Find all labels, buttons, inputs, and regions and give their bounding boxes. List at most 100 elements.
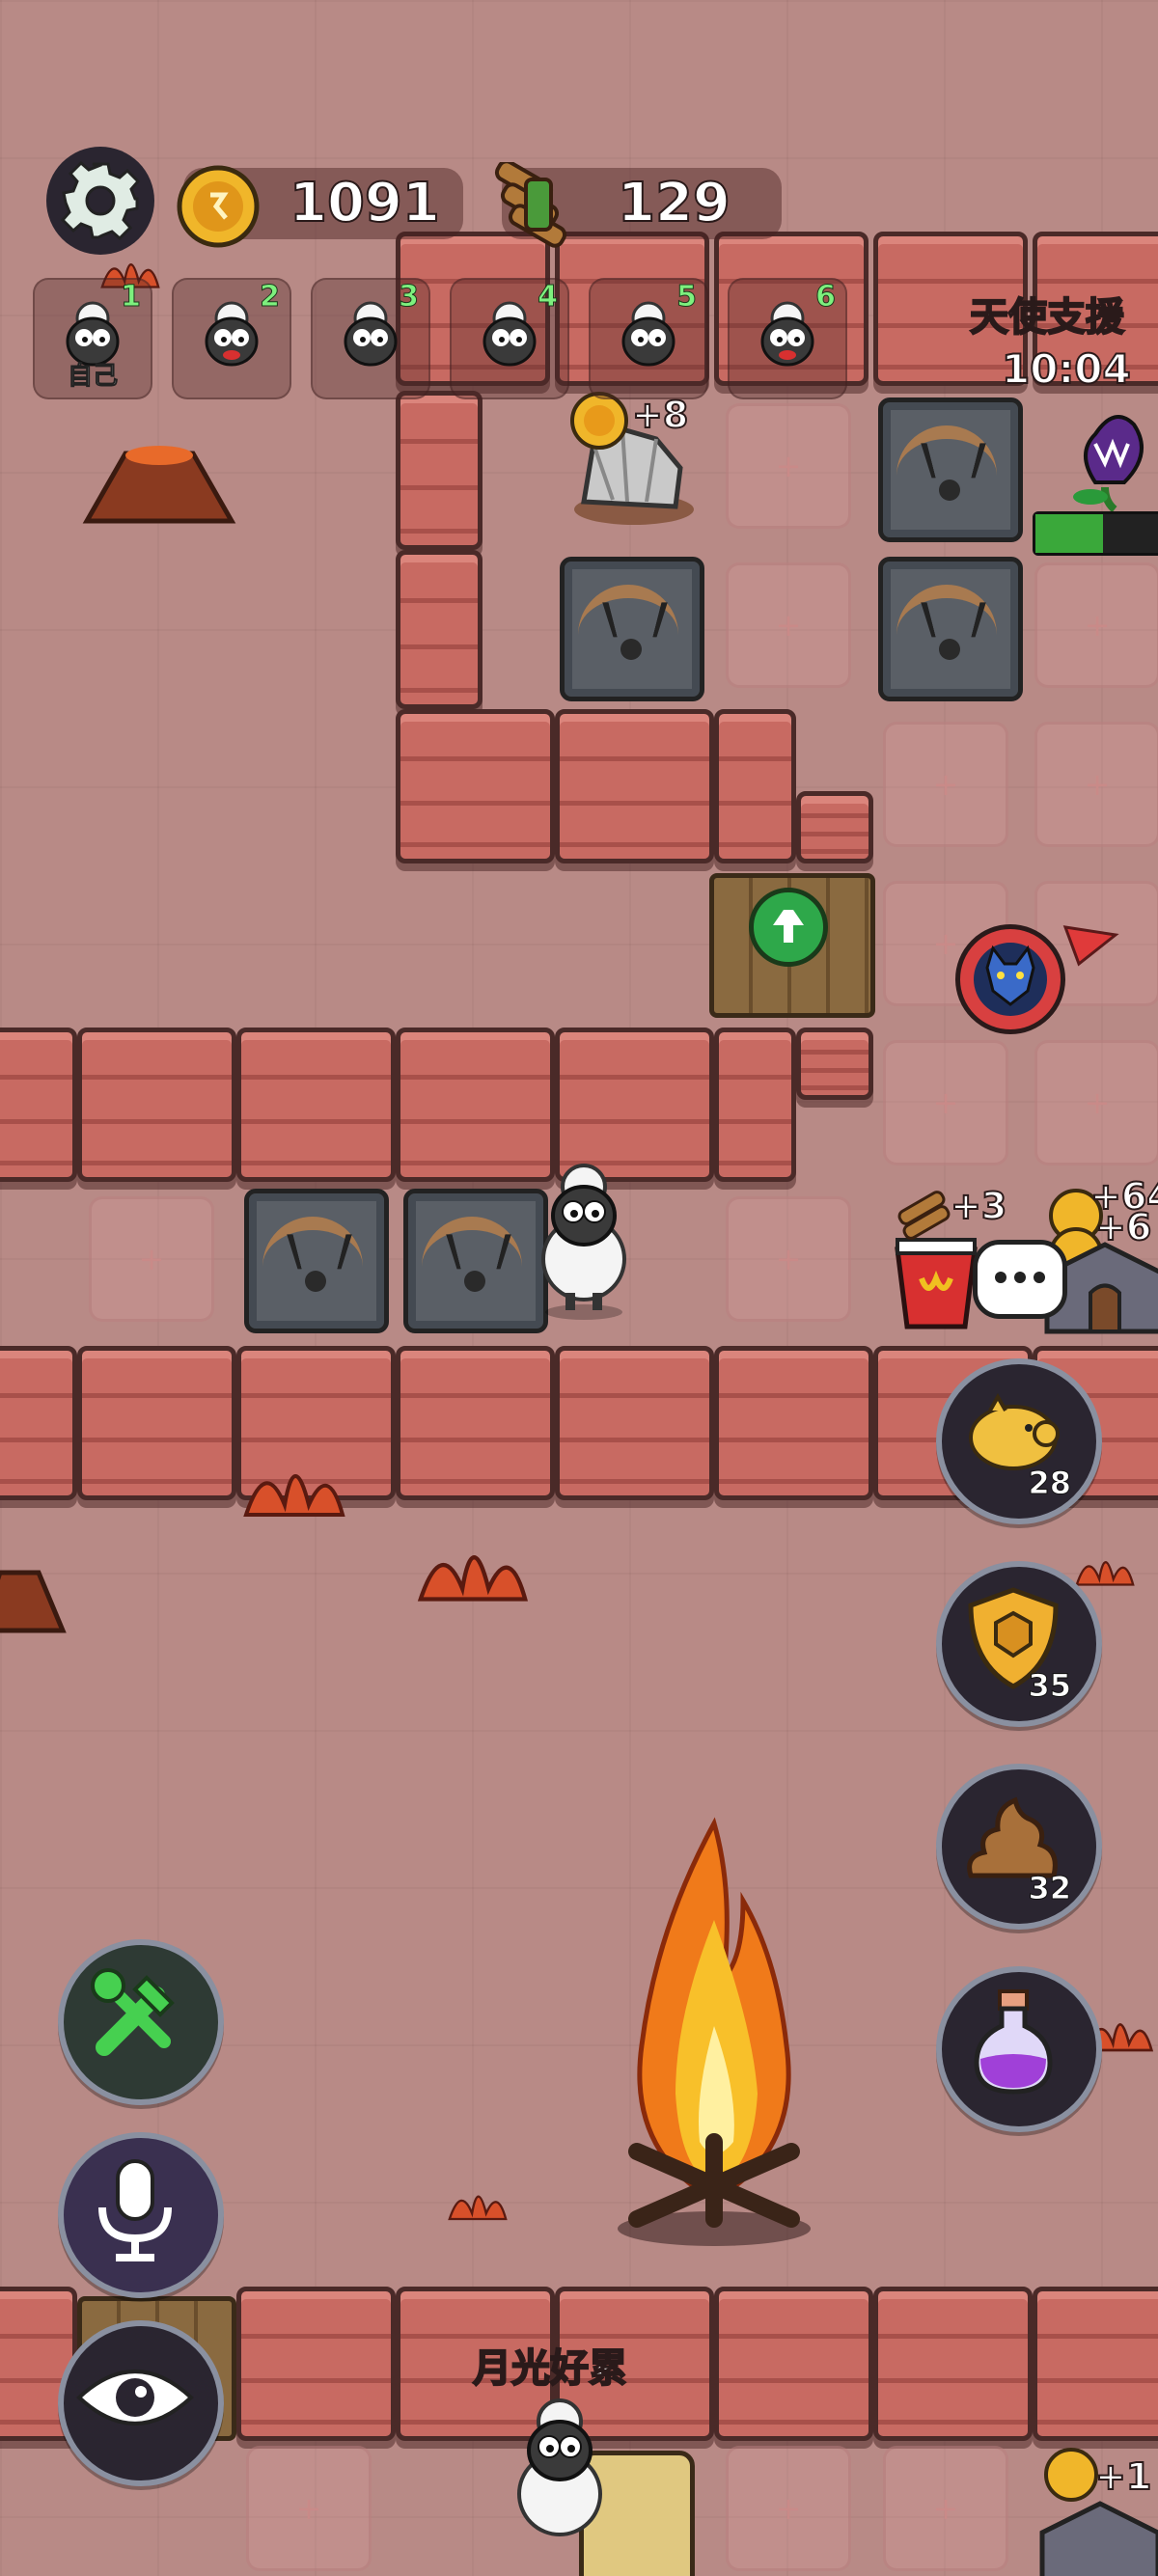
- plus-icon: +: [775, 2490, 802, 2527]
- player-slot[interactable]: 5: [589, 278, 708, 399]
- wall: [236, 2287, 396, 2441]
- wall: [396, 709, 555, 863]
- plus-icon: +: [138, 1241, 165, 1277]
- event-title: 天使支援: [969, 294, 1125, 341]
- lava-mound: [82, 446, 236, 524]
- player-number: 4: [538, 280, 559, 315]
- microphone-icon: [98, 2159, 172, 2261]
- other-player-sheep[interactable]: [497, 2393, 622, 2557]
- build-slot[interactable]: +: [883, 722, 1008, 847]
- plus-icon: +: [775, 607, 802, 644]
- plus-icon: +: [932, 925, 959, 962]
- wall: [77, 1028, 236, 1182]
- build-slot[interactable]: +: [726, 1196, 851, 1322]
- red-leaf-bush: [243, 1474, 345, 1517]
- eye-icon: [76, 2370, 194, 2425]
- view-toggle-button[interactable]: [58, 2320, 224, 2486]
- crossbow-turret[interactable]: [244, 1189, 389, 1333]
- potion-button[interactable]: [936, 1966, 1102, 2132]
- player-slot[interactable]: 6: [728, 278, 847, 399]
- build-tools-button[interactable]: [58, 1939, 224, 2105]
- skill-count: 32: [1028, 1870, 1072, 1907]
- plus-icon: +: [1084, 607, 1111, 644]
- sheep-avatar: [760, 301, 814, 367]
- player-number: 5: [676, 280, 698, 315]
- plus-icon: +: [1084, 1084, 1111, 1121]
- wall: [714, 709, 796, 863]
- crossbow-turret[interactable]: [878, 557, 1023, 701]
- player-label: 自己: [67, 362, 118, 392]
- wall: [0, 1028, 77, 1182]
- gear-icon: [60, 160, 141, 241]
- player-slot[interactable]: 4: [450, 278, 569, 399]
- player-slot[interactable]: 3: [311, 278, 430, 399]
- player-sheep[interactable]: [521, 1158, 647, 1322]
- build-slot[interactable]: +: [246, 2446, 372, 2571]
- build-slot[interactable]: +: [883, 2446, 1008, 2571]
- skill-count: 28: [1028, 1465, 1072, 1502]
- plus-icon: +: [932, 2490, 959, 2527]
- upgrade-arrow-icon[interactable]: [749, 888, 828, 967]
- red-leaf-bush: [417, 1554, 529, 1602]
- event-timer: 10:04: [1001, 344, 1132, 394]
- build-slot[interactable]: +: [1034, 1040, 1158, 1165]
- campfire[interactable]: [598, 1804, 830, 2248]
- enemy-wolf-icon[interactable]: [955, 924, 1065, 1034]
- player-number: 3: [399, 280, 420, 315]
- plus-icon: +: [1084, 766, 1111, 803]
- player-slot[interactable]: 1 自己: [33, 278, 152, 399]
- wall: [714, 2287, 873, 2441]
- wall: [396, 1346, 555, 1500]
- house-bonus-text: +1: [1094, 2454, 1152, 2499]
- wall: [714, 1028, 796, 1182]
- hammer-wrench-icon: [91, 1968, 175, 2056]
- wall: [77, 1346, 236, 1500]
- wall: [396, 391, 482, 550]
- shield-button[interactable]: 35: [936, 1561, 1102, 1727]
- sheep-avatar: [205, 301, 259, 367]
- sheep-avatar: [344, 301, 398, 367]
- poop-button[interactable]: 32: [936, 1764, 1102, 1930]
- player-number: 6: [815, 280, 837, 315]
- skill-count: 35: [1028, 1667, 1072, 1705]
- build-slot[interactable]: +: [726, 2446, 851, 2571]
- red-leaf-bush: [448, 2195, 508, 2221]
- wall: [236, 1028, 396, 1182]
- build-slot[interactable]: +: [1034, 562, 1158, 688]
- game-board: + + + + + + + + + + + + + + +8: [0, 0, 1158, 2576]
- voice-chat-button[interactable]: [58, 2132, 224, 2298]
- player-number: 1: [121, 280, 142, 315]
- build-slot[interactable]: +: [883, 1040, 1008, 1165]
- build-slot[interactable]: +: [726, 403, 851, 529]
- crossbow-turret[interactable]: [878, 397, 1023, 542]
- wall: [1033, 2287, 1158, 2441]
- wall: [555, 1346, 714, 1500]
- health-bar: [1033, 511, 1158, 556]
- piranha-plant[interactable]: [1066, 396, 1158, 511]
- wall: [714, 1346, 873, 1500]
- wood-logs-icon: [494, 162, 567, 248]
- settings-button[interactable]: [46, 147, 154, 255]
- chat-bubble-icon[interactable]: [973, 1240, 1067, 1319]
- direction-arrow-icon: [1062, 925, 1119, 967]
- sheep-avatar: [621, 301, 676, 367]
- player-number: 2: [260, 280, 281, 315]
- gold-coin-icon: [177, 165, 260, 248]
- build-slot[interactable]: +: [1034, 722, 1158, 847]
- piggy-bank-button[interactable]: 28: [936, 1358, 1102, 1524]
- rock-bonus-text: +8: [631, 393, 689, 437]
- lava-mound: [0, 1570, 67, 1633]
- plus-icon: +: [775, 448, 802, 484]
- wall: [396, 550, 482, 709]
- build-slot[interactable]: +: [89, 1196, 214, 1322]
- crossbow-turret[interactable]: [560, 557, 704, 701]
- shop-bonus-text: +3: [950, 1184, 1007, 1228]
- plus-icon: +: [932, 1084, 959, 1121]
- other-player-name: 月光好累: [472, 2345, 628, 2392]
- wood-amount: 129: [617, 171, 731, 235]
- house-bonus-text: +6: [1094, 1205, 1152, 1249]
- build-slot[interactable]: +: [726, 562, 851, 688]
- wall: [796, 791, 873, 863]
- wall: [873, 2287, 1033, 2441]
- player-slot[interactable]: 2: [172, 278, 291, 399]
